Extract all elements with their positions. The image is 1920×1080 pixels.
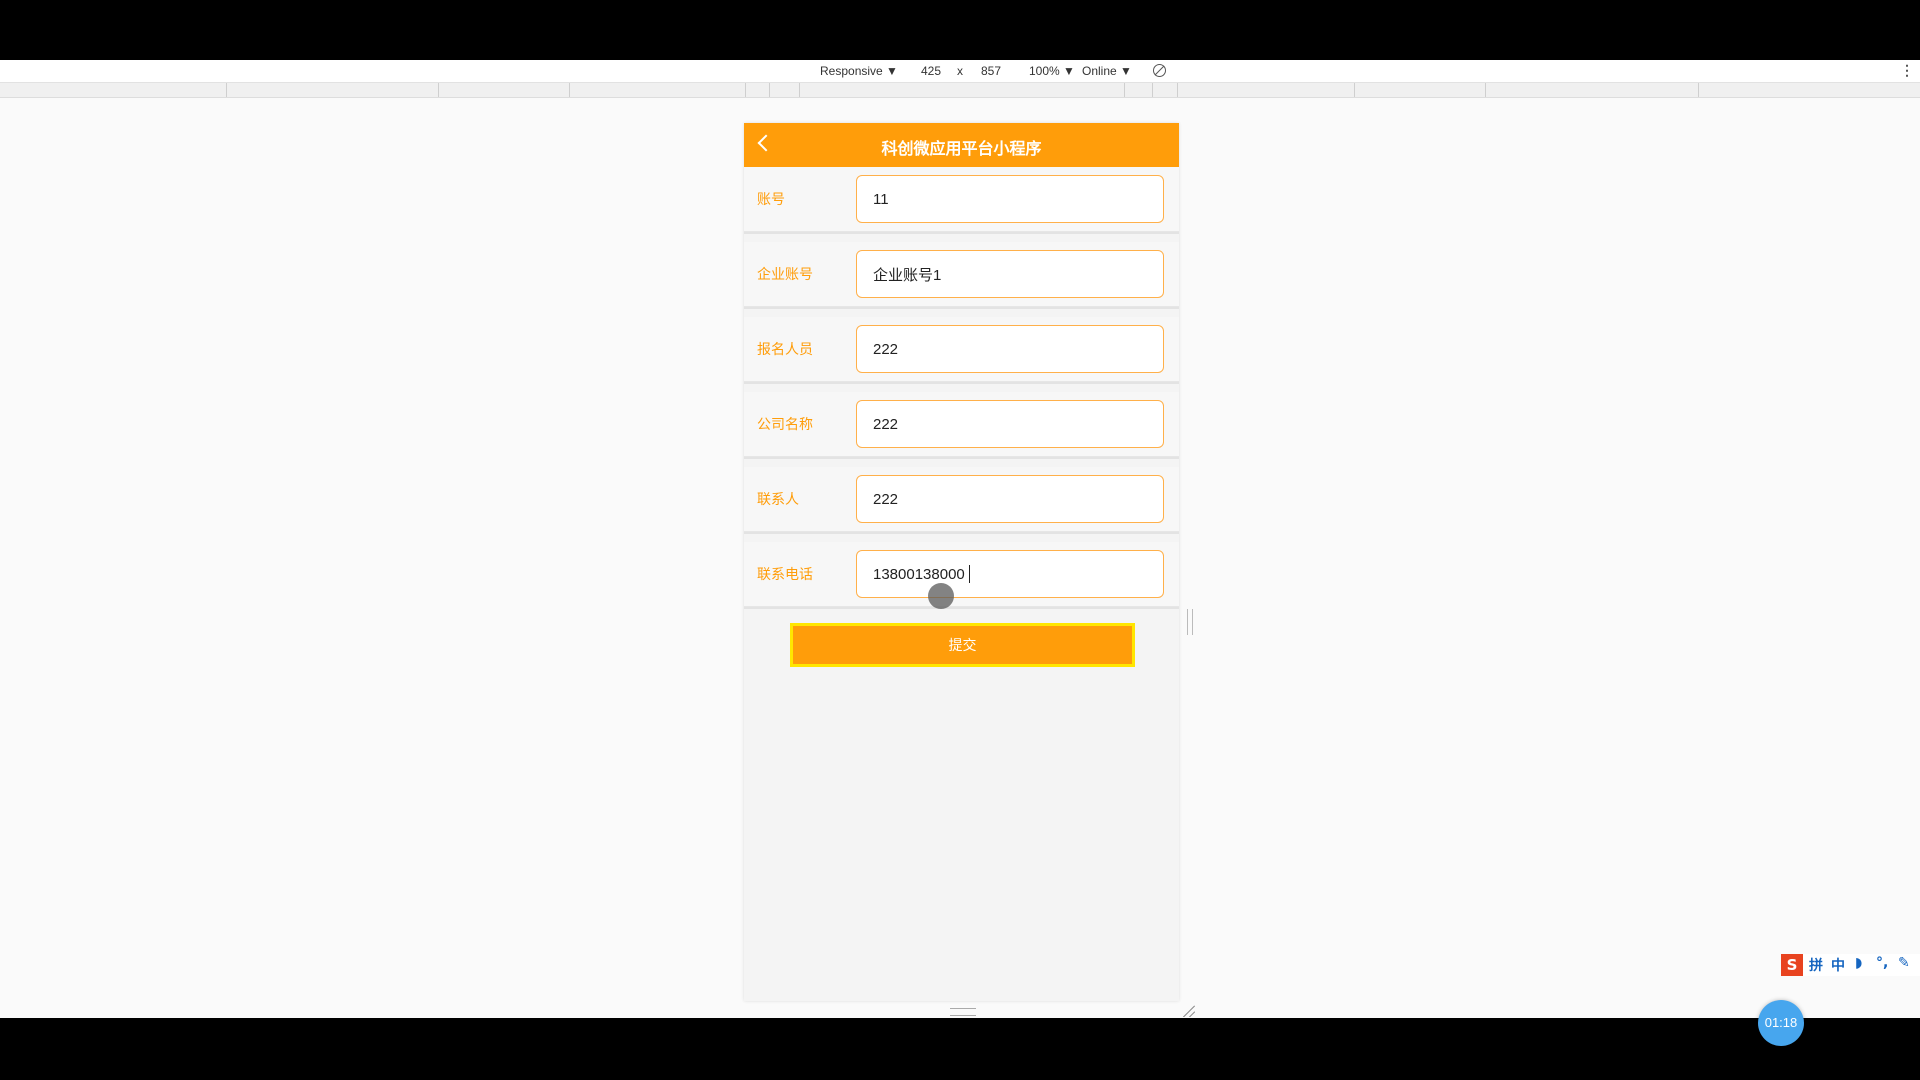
network-throttle-select[interactable]: Online ▼ — [1082, 64, 1132, 78]
viewport-width-input[interactable]: 425 — [921, 64, 941, 78]
page-title: 科创微应用平台小程序 — [881, 141, 1042, 158]
browser-viewport: Responsive ▼ 425 x 857 100% ▼ Online ▼ ⋮… — [0, 60, 1920, 1046]
ime-toolbar: S 拼 中 ◗ °, ✎ — [1781, 954, 1920, 976]
phone-input[interactable] — [856, 550, 1164, 598]
form-row-contact: 联系人 — [744, 467, 1179, 532]
enterprise-account-input[interactable] — [856, 250, 1164, 298]
form-row-phone: 联系电话 — [744, 542, 1179, 609]
ime-punctuation-icon[interactable]: °, — [1876, 955, 1888, 971]
account-label: 账号 — [757, 191, 785, 207]
contact-label: 联系人 — [757, 491, 799, 507]
company-name-input[interactable] — [856, 400, 1164, 448]
contact-input[interactable] — [856, 475, 1164, 523]
bottom-resize-handle[interactable] — [950, 1008, 976, 1016]
mobile-viewport: 科创微应用平台小程序 账号 企业账号 报名人员 公司名称 联系人 — [744, 123, 1179, 1001]
ime-tools-icon[interactable]: ✎ — [1898, 955, 1910, 971]
text-caret — [969, 565, 970, 583]
registrant-input[interactable] — [856, 325, 1164, 373]
side-resize-handle[interactable] — [1187, 609, 1193, 635]
ime-moon-icon[interactable]: ◗ — [1855, 955, 1862, 971]
registration-form: 账号 企业账号 报名人员 公司名称 联系人 联系电话 — [744, 167, 1179, 617]
touch-cursor — [928, 583, 954, 609]
form-row-registrant: 报名人员 — [744, 317, 1179, 382]
more-options-icon[interactable]: ⋮ — [1900, 62, 1914, 79]
registrant-label: 报名人员 — [757, 341, 813, 357]
form-row-account: 账号 — [744, 167, 1179, 232]
enterprise-account-label: 企业账号 — [757, 266, 813, 282]
ime-chinese-mode-icon[interactable]: 中 — [1831, 955, 1845, 975]
recording-timer[interactable]: 01:18 — [1758, 1000, 1804, 1046]
nav-bar: 科创微应用平台小程序 — [744, 123, 1179, 167]
submit-button[interactable]: 提交 — [790, 623, 1135, 667]
zoom-select[interactable]: 100% ▼ — [1029, 64, 1075, 78]
corner-resize-icon[interactable] — [1183, 1005, 1195, 1017]
ime-pinyin-icon[interactable]: 拼 — [1809, 955, 1823, 975]
viewport-height-input[interactable]: 857 — [981, 64, 1001, 78]
rotate-icon[interactable] — [1153, 64, 1166, 77]
device-mode-select[interactable]: Responsive ▼ — [820, 64, 898, 78]
account-input[interactable] — [856, 175, 1164, 223]
company-name-label: 公司名称 — [757, 416, 813, 432]
form-row-enterprise-account: 企业账号 — [744, 242, 1179, 307]
dimension-separator: x — [957, 64, 963, 78]
sogou-logo-icon[interactable]: S — [1781, 954, 1803, 976]
media-query-ruler — [0, 83, 1920, 98]
phone-label: 联系电话 — [757, 566, 813, 582]
form-row-company-name: 公司名称 — [744, 392, 1179, 457]
devtools-device-toolbar: Responsive ▼ 425 x 857 100% ▼ Online ▼ ⋮ — [0, 60, 1920, 83]
